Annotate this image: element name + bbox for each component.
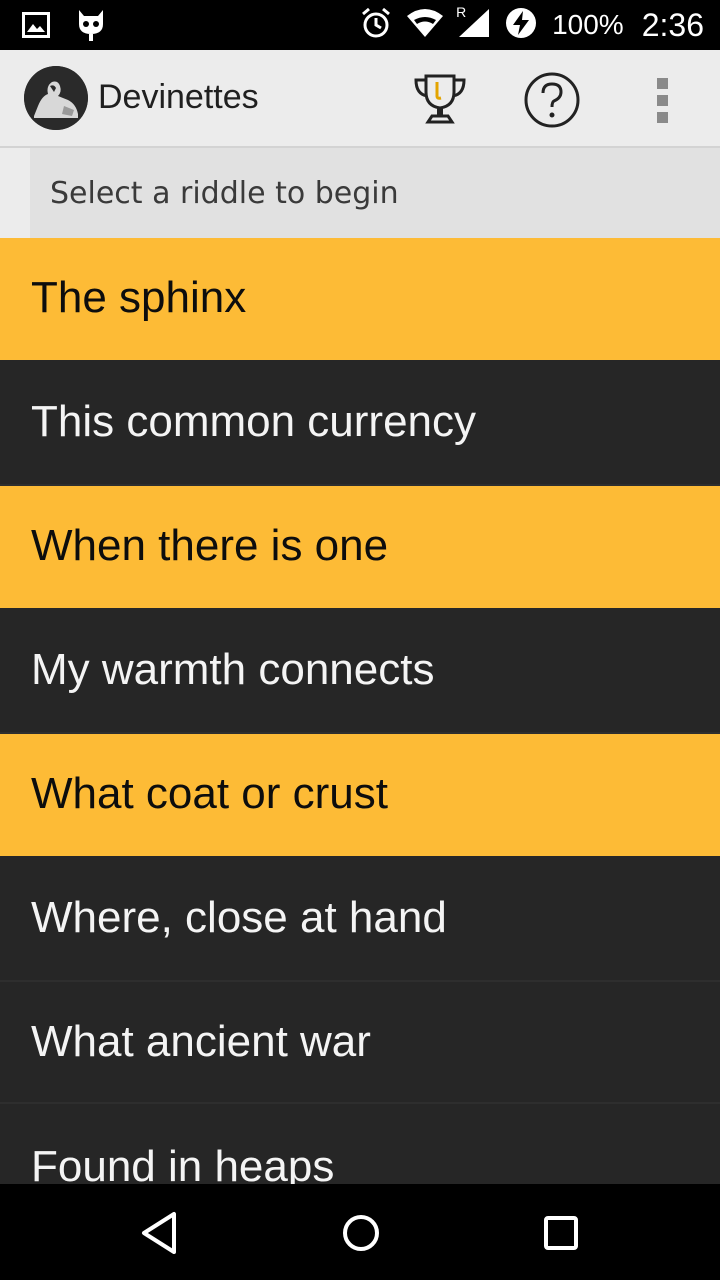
back-button[interactable]	[138, 1210, 184, 1256]
riddle-item-4[interactable]: My warmth connects	[0, 608, 720, 734]
battery-charging-icon	[504, 6, 538, 45]
sphinx-logo-icon[interactable]	[24, 66, 88, 130]
recents-button[interactable]	[538, 1210, 584, 1256]
navigation-bar	[0, 1184, 720, 1280]
clock: 2:36	[641, 6, 704, 43]
hint-container: Select a riddle to begin	[0, 148, 720, 238]
wifi-icon	[406, 8, 444, 43]
image-icon	[22, 12, 50, 43]
riddle-item-7[interactable]: What ancient war	[0, 982, 720, 1104]
hint-banner: Select a riddle to begin	[30, 148, 720, 238]
trophy-icon	[414, 74, 466, 124]
cyanogen-icon	[76, 8, 106, 47]
screen: R 100% 2:36 Devinettes Select a riddle t…	[0, 0, 720, 1280]
riddle-item-2[interactable]: This common currency	[0, 360, 720, 486]
hint-text: Select a riddle to begin	[50, 176, 399, 211]
recents-icon	[544, 1216, 578, 1250]
help-button[interactable]	[522, 70, 582, 130]
trophy-button[interactable]	[410, 72, 470, 128]
status-bar: R 100% 2:36	[0, 0, 720, 50]
riddle-item-6[interactable]: Where, close at hand	[0, 856, 720, 982]
riddle-item-8[interactable]: Found in heaps	[0, 1104, 720, 1184]
signal-icon: R	[456, 4, 490, 43]
battery-percent: 100%	[552, 9, 624, 40]
riddle-item-1[interactable]: The sphinx	[0, 238, 720, 360]
signal-label: R	[456, 3, 467, 20]
app-title: Devinettes	[98, 78, 259, 116]
alarm-icon	[360, 7, 392, 44]
overflow-icon	[657, 78, 668, 123]
help-icon	[524, 72, 580, 128]
riddle-item-3[interactable]: When there is one	[0, 486, 720, 608]
riddle-item-5[interactable]: What coat or crust	[0, 734, 720, 856]
home-icon	[343, 1215, 379, 1251]
overflow-menu-button[interactable]	[648, 72, 678, 128]
home-button[interactable]	[338, 1210, 384, 1256]
back-icon	[142, 1212, 176, 1254]
riddle-list[interactable]: The sphinx This common currency When the…	[0, 238, 720, 1184]
action-bar: Devinettes	[0, 50, 720, 148]
